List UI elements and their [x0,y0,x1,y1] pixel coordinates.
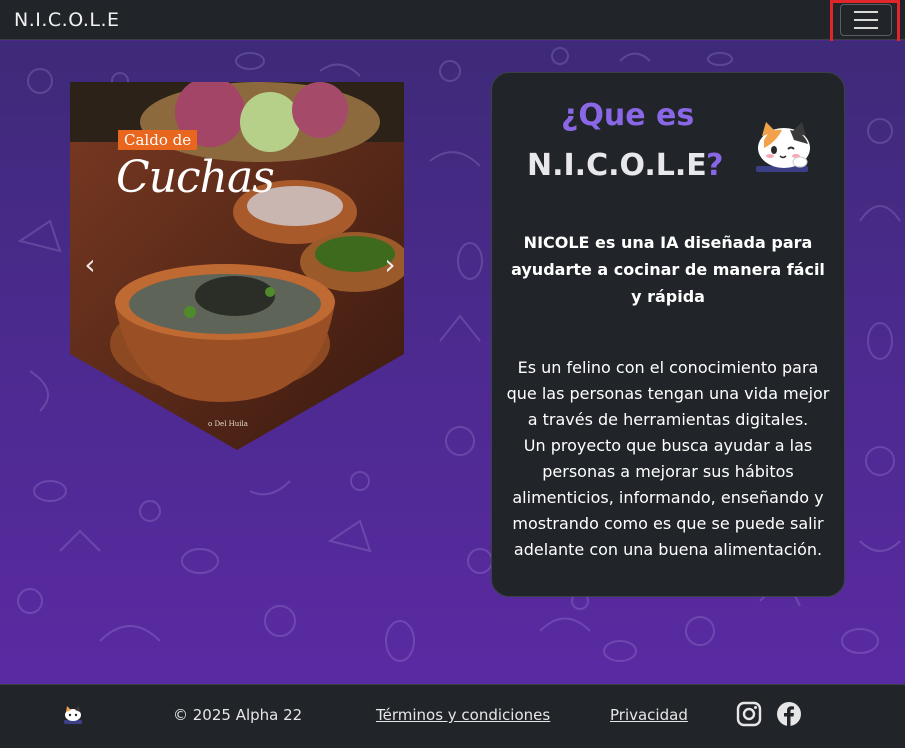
about-description: Es un felino con el conocimiento para qu… [506,355,830,563]
about-heading-line1: ¿Que es [561,98,695,133]
about-heading-name: N.I.C.O.L.E [527,148,707,183]
about-description-p1: Es un felino con el conocimiento para qu… [506,358,830,429]
footer-privacy-link[interactable]: Privacidad [610,706,688,724]
chevron-right-icon: › [384,248,396,281]
facebook-icon[interactable] [776,701,802,727]
instagram-icon[interactable] [736,701,762,727]
brand-link[interactable]: N.I.C.O.L.E [14,9,120,31]
cat-mascot-icon [756,122,810,172]
carousel-prev-button[interactable]: ‹ [80,250,100,280]
carousel-next-button[interactable]: › [380,250,400,280]
chevron-left-icon: ‹ [84,248,96,281]
dish-tag: Caldo de [118,130,198,150]
about-heading-qmark: ? [706,148,724,183]
footer-copyright: © 2025 Alpha 22 [173,706,303,724]
annotation-highlight [830,0,900,45]
footer-terms-link[interactable]: Términos y condiciones [376,706,550,724]
about-description-p2: Un proyecto que busca ayudar a las perso… [512,436,824,559]
image-credit: o Del Huila [208,420,248,428]
about-lead-text: NICOLE es una IA diseñada para ayudarte … [511,233,825,306]
footer: © 2025 Alpha 22 Términos y condiciones P… [0,684,905,748]
navbar: N.I.C.O.L.E [0,0,905,40]
cat-logo-icon[interactable] [62,704,84,726]
dish-title: Cuchas [116,152,275,203]
